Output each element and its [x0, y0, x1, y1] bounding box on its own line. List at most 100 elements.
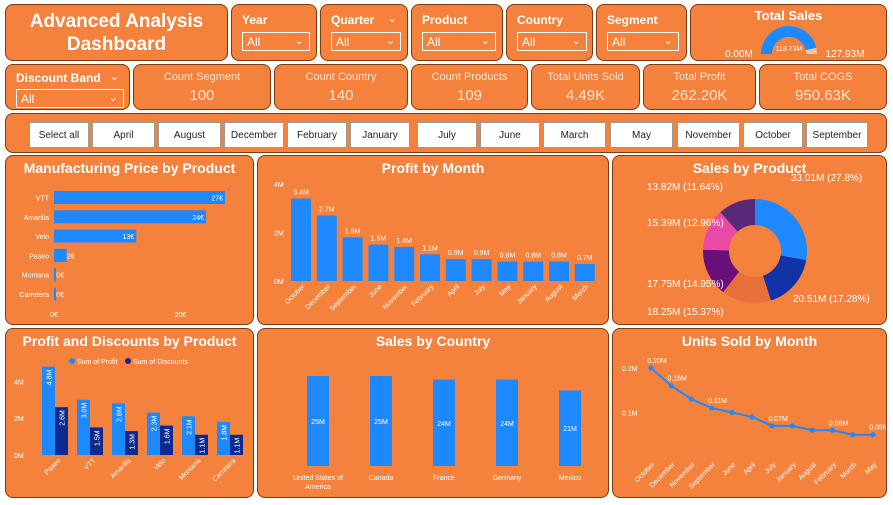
- x-tick-label: Canada: [369, 475, 394, 482]
- slice-label: 33.01M (27.8%): [791, 173, 862, 184]
- month-button-select-all[interactable]: Select all: [29, 122, 89, 148]
- y-tick-label: 0M: [274, 279, 284, 286]
- country-slicer[interactable]: Country All ⌄: [506, 4, 593, 61]
- month-button-june[interactable]: June: [480, 122, 540, 148]
- total-units-sold-label: Total Units Sold: [547, 71, 624, 83]
- month-button-july[interactable]: July: [417, 122, 477, 148]
- bar[interactable]: [523, 261, 544, 281]
- bar[interactable]: [54, 191, 225, 204]
- x-tick-label: France: [433, 475, 455, 482]
- bar[interactable]: [497, 261, 518, 281]
- month-button-september[interactable]: September: [806, 122, 868, 148]
- bar[interactable]: [574, 264, 595, 281]
- total-cogs-value: 950.63K: [795, 87, 851, 104]
- x-tick-label: Germany: [493, 475, 522, 482]
- data-label: 1.1M: [235, 438, 242, 454]
- x-tick-label: Carretera: [212, 457, 238, 483]
- x-tick-label: April: [446, 283, 461, 298]
- month-button-december[interactable]: December: [224, 122, 284, 148]
- bar[interactable]: [420, 254, 440, 281]
- month-button-march[interactable]: March: [543, 122, 606, 148]
- data-label: 2.1M: [187, 419, 194, 435]
- quarter-slicer[interactable]: Quarter ⌄ All ⌄: [320, 4, 408, 61]
- y-tick-label: 0M: [14, 453, 24, 460]
- product-slicer[interactable]: Product All ⌄: [411, 4, 503, 61]
- data-label: 0.16M: [667, 376, 687, 383]
- bar[interactable]: [316, 215, 337, 281]
- month-button-may[interactable]: May: [610, 122, 673, 148]
- bar[interactable]: [394, 247, 415, 281]
- data-point[interactable]: [648, 365, 654, 371]
- total-profit-label: Total Profit: [673, 71, 726, 83]
- data-label: 1.8M: [345, 228, 361, 235]
- x-tick-label: May: [864, 461, 879, 476]
- x-tick-label: Mexico: [559, 475, 581, 482]
- bar[interactable]: [549, 261, 569, 281]
- data-point[interactable]: [688, 396, 694, 402]
- profit-discounts-panel: Profit and Discounts by Product Sum of P…: [5, 328, 254, 498]
- data-label: 1.8M: [222, 425, 229, 441]
- chevron-down-icon[interactable]: ⌄: [110, 70, 119, 83]
- data-label: 3.4M: [293, 190, 309, 197]
- data-point[interactable]: [769, 423, 775, 429]
- bar[interactable]: [471, 259, 492, 281]
- chevron-down-icon[interactable]: ⌄: [388, 12, 397, 25]
- units-sold-panel: Units Sold by Month 0.1M 0.2M 0.20M October…: [612, 328, 887, 498]
- data-label: 0€: [56, 292, 64, 299]
- bar[interactable]: [291, 198, 311, 281]
- month-button-february[interactable]: February: [287, 122, 347, 148]
- y-tick-label: Paseo: [29, 253, 49, 260]
- data-label: 24€: [192, 215, 204, 222]
- data-label: 1.5M: [95, 430, 102, 446]
- data-point[interactable]: [729, 409, 735, 416]
- bar[interactable]: [54, 248, 67, 262]
- x-tick-label: April: [742, 461, 757, 476]
- chevron-down-icon: ⌄: [480, 35, 490, 47]
- x-tick-label: June: [368, 283, 384, 299]
- bar[interactable]: [342, 237, 363, 281]
- discount-band-dropdown-value: All: [21, 92, 35, 106]
- product-dropdown[interactable]: All ⌄: [422, 32, 496, 51]
- month-button-april[interactable]: April: [92, 122, 155, 148]
- data-point[interactable]: [809, 427, 816, 433]
- pie-slice[interactable]: [755, 199, 807, 261]
- discount-band-dropdown[interactable]: All ⌄: [16, 89, 124, 108]
- data-label: 0.06M: [829, 420, 849, 427]
- discount-band-slicer[interactable]: Discount Band ⌄ All ⌄: [5, 64, 130, 110]
- data-point[interactable]: [830, 427, 836, 433]
- month-button-january[interactable]: January: [350, 122, 410, 148]
- bar[interactable]: [368, 244, 389, 281]
- data-label: 2.3M: [152, 416, 159, 432]
- data-label: 27€: [211, 196, 223, 203]
- data-point[interactable]: [789, 423, 795, 429]
- data-point[interactable]: [708, 405, 715, 411]
- bar[interactable]: [54, 210, 206, 224]
- data-point[interactable]: [668, 383, 674, 389]
- count-products-value: 109: [456, 87, 483, 104]
- x-tick-label: January: [516, 283, 539, 306]
- segment-slicer[interactable]: Segment All ⌄: [596, 4, 687, 61]
- year-dropdown[interactable]: All ⌄: [242, 32, 310, 51]
- country-dropdown[interactable]: All ⌄: [517, 32, 587, 51]
- sales-by-product-chart: 33.01M (27.8%) 20.51M (17.28%) 18.25M (15.…: [647, 173, 870, 318]
- data-point[interactable]: [749, 414, 755, 420]
- month-button-august[interactable]: August: [158, 122, 221, 148]
- sales-by-country-panel: Sales by Country 25M United States of Amer…: [257, 328, 609, 498]
- dashboard-title-card: Advanced Analysis Dashboard: [5, 4, 228, 61]
- profit-by-month-chart: 0M2M4M3.4MOctober2.7MDecember1.8MSeptemb…: [274, 182, 595, 313]
- quarter-dropdown[interactable]: All ⌄: [331, 32, 401, 51]
- month-button-november[interactable]: November: [677, 122, 740, 148]
- data-point[interactable]: [870, 432, 876, 438]
- year-slicer[interactable]: Year All ⌄: [231, 4, 317, 61]
- data-point[interactable]: [850, 432, 856, 438]
- chevron-down-icon: ⌄: [571, 35, 581, 47]
- bar[interactable]: [445, 259, 466, 281]
- total-sales-gauge: 118.73M 0.00M 127.93M: [725, 25, 864, 60]
- year-slicer-label: Year: [242, 13, 268, 27]
- data-label: 25M: [311, 419, 325, 426]
- data-label: 2€: [67, 253, 75, 260]
- month-button-october[interactable]: October: [743, 122, 803, 148]
- segment-dropdown[interactable]: All ⌄: [607, 32, 679, 51]
- data-label: 24M: [437, 421, 451, 428]
- data-label: 1.4M: [396, 238, 412, 245]
